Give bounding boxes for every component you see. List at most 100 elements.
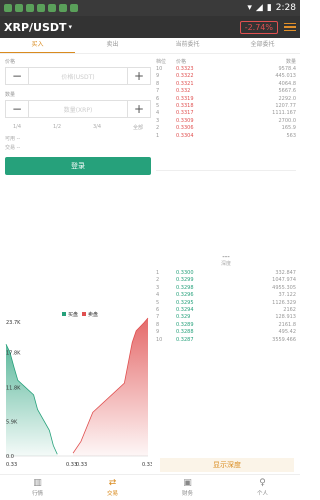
table-row[interactable]: 6 0.3294 2162: [156, 307, 296, 314]
depth-label[interactable]: 深度: [156, 260, 296, 267]
notification-icon: [26, 4, 34, 12]
row-price: 0.3322: [176, 73, 194, 80]
nav-profile[interactable]: ♀ 个人: [225, 475, 300, 500]
menu-icon[interactable]: [284, 22, 296, 32]
pair-selector[interactable]: XRP/USDT: [4, 21, 67, 34]
row-level: 9: [156, 73, 160, 80]
price-input[interactable]: 价格(USDT): [28, 68, 128, 84]
row-price: 0.3298: [176, 284, 194, 291]
status-bar: ▾ ◢ ▮ 2:28: [0, 0, 300, 16]
row-price: 0.3300: [176, 270, 194, 276]
exchange-icon: ⇄: [108, 478, 117, 488]
row-price: 0.3323: [176, 66, 194, 72]
row-level: 1: [156, 270, 160, 276]
notification-icon: [15, 4, 23, 12]
row-amount: 2162: [283, 306, 296, 313]
tab-open-orders[interactable]: 当前委托: [150, 38, 225, 53]
row-level: 1: [156, 132, 160, 139]
header: XRP/USDT ▾ -2.74%: [0, 16, 300, 38]
chart-icon: ▥: [33, 478, 42, 488]
row-level: 8: [156, 80, 160, 87]
tab-sell[interactable]: 卖出: [75, 38, 150, 53]
row-amount: 2161.8: [278, 321, 297, 328]
table-row[interactable]: 3 0.3298 4955.305: [156, 285, 296, 292]
table-row[interactable]: 10 0.3287 3559.466: [156, 337, 296, 344]
nav-label: 行情: [31, 491, 43, 497]
price-minus-button[interactable]: −: [6, 68, 28, 84]
table-row[interactable]: 10 0.3323 9578.4: [156, 66, 296, 73]
nav-market[interactable]: ▥ 行情: [0, 475, 75, 500]
buy-depth-area: [6, 344, 58, 456]
table-row[interactable]: 9 0.3322 445.013: [156, 73, 296, 80]
amount-minus-button[interactable]: −: [6, 101, 28, 117]
row-level: 10: [156, 336, 163, 343]
table-row[interactable]: 1 0.3304 563: [156, 133, 296, 140]
table-row[interactable]: 1 0.3300 332.847: [156, 270, 296, 277]
table-row[interactable]: 5 0.3318 1207.77: [156, 103, 296, 110]
table-row[interactable]: 3 0.3309 2700.0: [156, 118, 296, 125]
order-book-buys: 1 0.3300 332.847 2 0.3299 1047.974 3 0.3298 4955…: [156, 270, 296, 344]
legend-label: 买盘: [68, 311, 78, 318]
table-row[interactable]: 5 0.3295 1126.329: [156, 300, 296, 307]
tab-all-orders[interactable]: 全部委托: [225, 38, 300, 53]
chevron-down-icon[interactable]: ▾: [69, 23, 73, 31]
legend-swatch: [62, 312, 66, 316]
amount-label: 数量: [5, 92, 16, 98]
row-level: 3: [156, 117, 160, 124]
table-row[interactable]: 6 0.3319 2292.0: [156, 96, 296, 103]
bottom-nav: ▥ 行情 ⇄ 交易 ▣ 财务 ♀ 个人: [0, 474, 300, 500]
show-depth-button[interactable]: 显示深度: [160, 458, 294, 472]
row-price: 0.3289: [176, 321, 194, 328]
nav-finance[interactable]: ▣ 财务: [150, 475, 225, 500]
header-amount: 数量: [285, 59, 296, 65]
table-row[interactable]: 4 0.3296 37.122: [156, 292, 296, 299]
row-level: 2: [156, 277, 160, 284]
tab-buy[interactable]: 买入: [0, 38, 75, 53]
row-price: 0.3288: [176, 329, 194, 336]
percent-half[interactable]: 1/2: [53, 124, 61, 131]
table-row[interactable]: 2 0.3306 165.9: [156, 125, 296, 132]
row-amount: 128.913: [275, 314, 296, 321]
depth-chart: 23.7K17.8K11.8K5.9K0.00.33 0.330.33 0.33买盘…: [5, 311, 152, 468]
row-price: 0.3321: [176, 80, 194, 87]
row-level: 3: [156, 284, 160, 291]
table-row[interactable]: 2 0.3299 1047.974: [156, 277, 296, 284]
y-tick-label: 5.9K: [6, 420, 18, 426]
nav-label: 交易: [106, 491, 118, 497]
row-price: 0.329: [176, 314, 191, 321]
notification-icon: [70, 4, 78, 12]
row-level: 9: [156, 329, 160, 336]
table-row[interactable]: 7 0.329 128.913: [156, 314, 296, 321]
y-tick-label: 11.8K: [6, 385, 21, 391]
row-price: 0.332: [176, 88, 191, 95]
row-price: 0.3318: [176, 102, 194, 109]
nav-trade[interactable]: ⇄ 交易: [75, 475, 150, 500]
notification-icon: [37, 4, 45, 12]
table-row[interactable]: 8 0.3289 2161.8: [156, 322, 296, 329]
sell-depth-area: [73, 318, 148, 456]
row-amount: 2292.0: [278, 95, 297, 102]
price-plus-button[interactable]: +: [128, 68, 150, 84]
table-row[interactable]: 8 0.3321 4064.8: [156, 81, 296, 88]
table-row[interactable]: 4 0.3317 1111.167: [156, 110, 296, 117]
row-amount: 165.9: [281, 125, 296, 132]
x-tick-label: 0.33: [6, 462, 17, 468]
row-amount: 4064.8: [278, 80, 297, 87]
table-row[interactable]: 9 0.3288 495.42: [156, 329, 296, 336]
row-price: 0.3295: [176, 299, 194, 306]
row-level: 6: [156, 306, 160, 313]
legend-swatch: [82, 312, 86, 316]
percent-three-quarter[interactable]: 3/4: [93, 124, 101, 131]
percent-all[interactable]: 全部: [133, 124, 143, 131]
login-button[interactable]: 登录: [5, 157, 151, 175]
row-price: 0.3317: [176, 110, 194, 117]
amount-plus-button[interactable]: +: [128, 101, 150, 117]
notification-icon: [59, 4, 67, 12]
y-tick-label: 0.0: [6, 454, 14, 460]
percent-quarter[interactable]: 1/4: [13, 124, 21, 131]
table-row[interactable]: 7 0.332 5667.6: [156, 88, 296, 95]
row-level: 7: [156, 314, 160, 321]
header-level: 档位: [156, 59, 167, 65]
row-price: 0.3287: [176, 336, 194, 343]
amount-input[interactable]: 数量(XRP): [28, 101, 128, 117]
